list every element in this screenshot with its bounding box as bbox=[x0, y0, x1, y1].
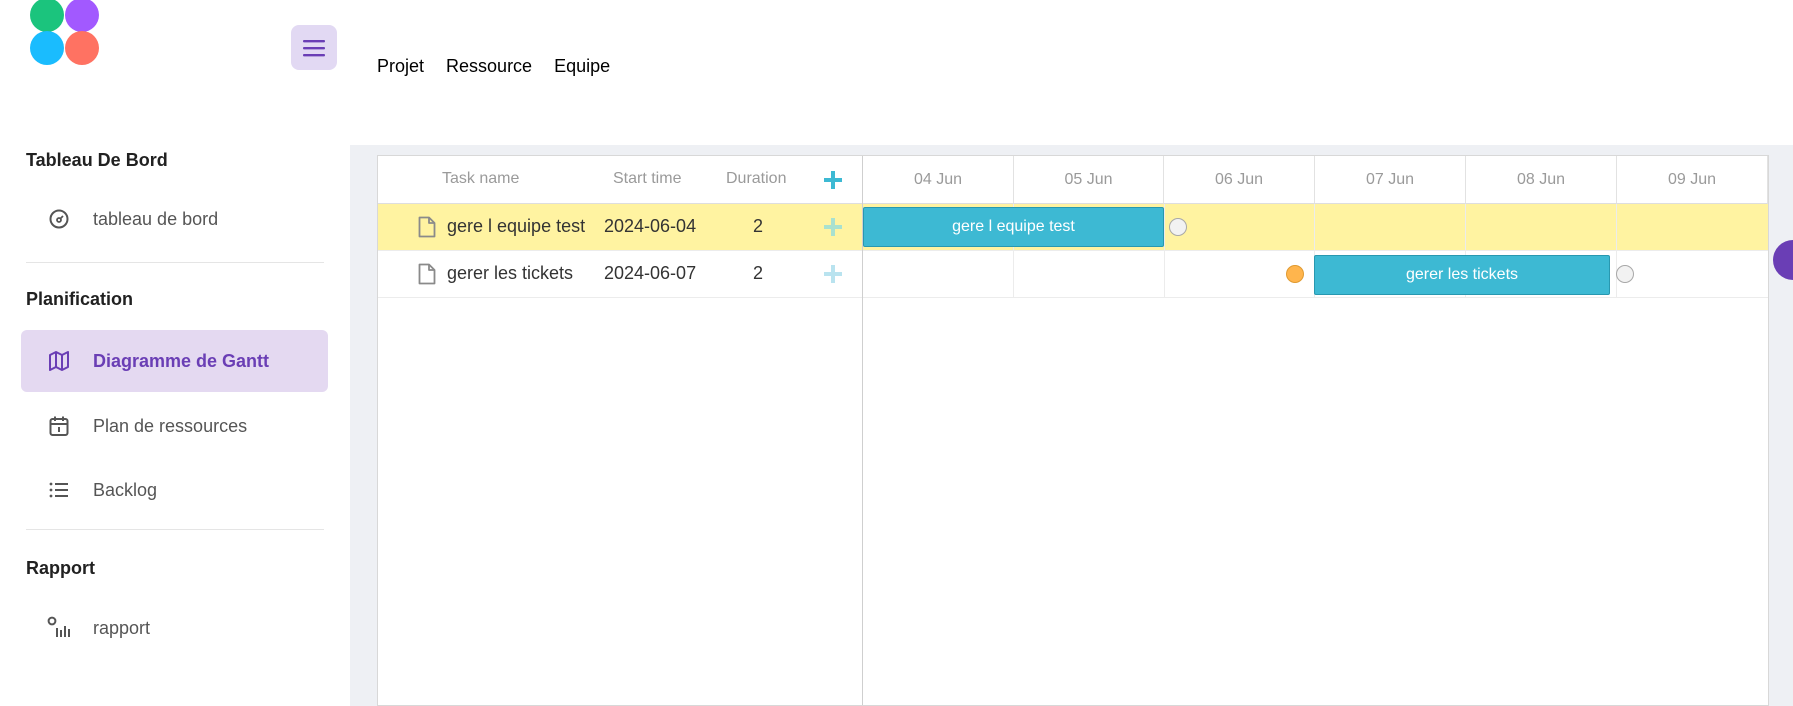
sidebar-item-label: tableau de bord bbox=[93, 208, 219, 229]
task-name: gerer les tickets bbox=[447, 263, 574, 283]
sidebar-item-plan-de-ressources[interactable]: Plan de ressources bbox=[21, 395, 328, 457]
calendar-icon bbox=[49, 416, 69, 436]
document-icon bbox=[418, 216, 436, 238]
sidebar-item-rapport[interactable]: rapport bbox=[21, 597, 328, 659]
task-name: gere l equipe test bbox=[447, 216, 586, 236]
scale-day: 05 Jun bbox=[1014, 156, 1164, 204]
nav-projet[interactable]: Projet bbox=[377, 56, 424, 77]
gantt-grid-header: Task name Start time Duration bbox=[378, 156, 862, 204]
sidebar-divider bbox=[26, 529, 324, 530]
document-icon bbox=[418, 263, 436, 285]
add-subtask-button[interactable] bbox=[823, 217, 843, 237]
sidebar-item-label: Backlog bbox=[93, 479, 158, 500]
hamburger-icon bbox=[303, 39, 325, 56]
map-icon bbox=[49, 351, 69, 371]
link-handle[interactable] bbox=[1286, 265, 1304, 283]
scale-day: 04 Jun bbox=[863, 156, 1014, 204]
nav-equipe[interactable]: Equipe bbox=[554, 56, 610, 77]
task-bar[interactable]: gerer les tickets bbox=[1314, 255, 1610, 295]
section-title-rapport: Rapport bbox=[26, 558, 95, 578]
sidebar-item-label: rapport bbox=[93, 617, 151, 638]
task-start-time: 2024-06-04 bbox=[604, 216, 697, 236]
link-handle[interactable] bbox=[1169, 218, 1187, 236]
logo-dot-purple bbox=[65, 0, 99, 32]
app: Projet Ressource Equipe Tableau De Bord … bbox=[0, 0, 1793, 706]
sidebar-item-label: Diagramme de Gantt bbox=[93, 350, 270, 371]
list-icon bbox=[49, 482, 68, 498]
sidebar-item-label: Plan de ressources bbox=[93, 415, 248, 436]
dashboard-icon bbox=[49, 209, 69, 229]
column-header-start-time[interactable]: Start time bbox=[613, 170, 681, 188]
task-duration: 2 bbox=[753, 263, 764, 283]
task-bar[interactable]: gere l equipe test bbox=[863, 207, 1164, 247]
column-header-duration[interactable]: Duration bbox=[726, 170, 786, 188]
logo-dot-blue bbox=[30, 31, 64, 65]
add-subtask-button[interactable] bbox=[823, 264, 843, 284]
top-nav: Projet Ressource Equipe bbox=[377, 56, 610, 77]
logo-dot-red bbox=[65, 31, 99, 65]
gantt-chart: Task name Start time Duration gere l equ… bbox=[377, 155, 1769, 706]
sidebar-item-backlog[interactable]: Backlog bbox=[21, 459, 328, 521]
task-duration: 2 bbox=[753, 216, 764, 236]
section-title-tableau-de-bord: Tableau De Bord bbox=[26, 150, 168, 170]
scale-day: 06 Jun bbox=[1164, 156, 1315, 204]
gantt-timeline: 04 Jun 05 Jun 06 Jun 07 Jun 08 Jun 09 Ju… bbox=[863, 156, 1768, 705]
add-task-button[interactable] bbox=[823, 170, 843, 190]
sidebar-divider bbox=[26, 262, 324, 263]
column-header-task-name[interactable]: Task name bbox=[442, 170, 519, 188]
link-handle[interactable] bbox=[1616, 265, 1634, 283]
sidebar-item-diagramme-de-gantt[interactable]: Diagramme de Gantt bbox=[21, 330, 328, 392]
sidebar-item-tableau-de-bord[interactable]: tableau de bord bbox=[21, 188, 328, 250]
column-gridline bbox=[1616, 204, 1617, 298]
scale-day: 07 Jun bbox=[1315, 156, 1466, 204]
table-row[interactable]: gerer les tickets 2024-06-07 2 bbox=[378, 251, 862, 298]
gantt-grid: Task name Start time Duration gere l equ… bbox=[378, 156, 863, 705]
section-title-planification: Planification bbox=[26, 289, 134, 309]
menu-toggle-button[interactable] bbox=[291, 25, 337, 70]
scale-day: 08 Jun bbox=[1466, 156, 1617, 204]
logo-dot-green bbox=[30, 0, 64, 32]
column-gridline bbox=[1164, 204, 1165, 298]
report-icon bbox=[47, 616, 70, 637]
nav-ressource[interactable]: Ressource bbox=[446, 56, 532, 77]
scale-day: 09 Jun bbox=[1617, 156, 1768, 204]
app-logo[interactable] bbox=[30, 0, 100, 66]
table-row[interactable]: gere l equipe test 2024-06-04 2 bbox=[378, 204, 862, 251]
task-start-time: 2024-06-07 bbox=[604, 263, 697, 283]
